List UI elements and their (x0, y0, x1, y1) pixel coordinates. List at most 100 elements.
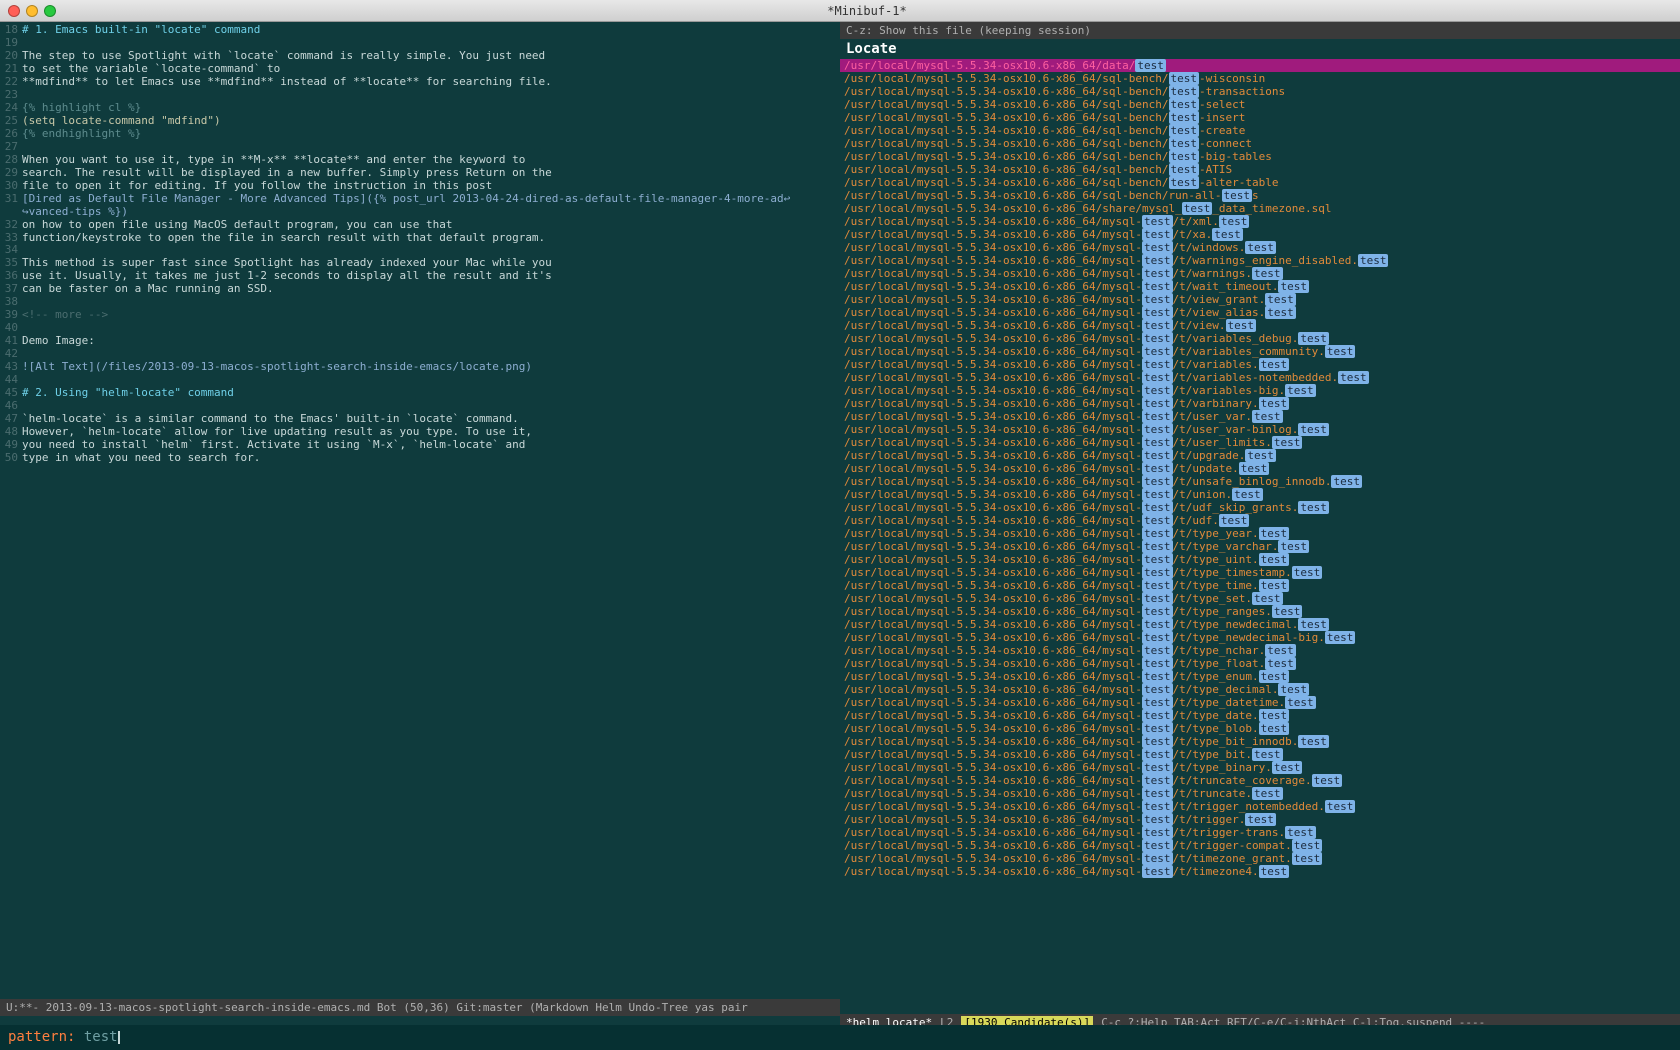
helm-result-row[interactable]: /usr/local/mysql-5.5.34-osx10.6-x86_64/s… (840, 150, 1680, 163)
editor-line[interactable]: 41Demo Image: (0, 335, 840, 348)
helm-result-row[interactable]: /usr/local/mysql-5.5.34-osx10.6-x86_64/m… (840, 735, 1680, 748)
helm-result-row[interactable]: /usr/local/mysql-5.5.34-osx10.6-x86_64/m… (840, 293, 1680, 306)
helm-result-row[interactable]: /usr/local/mysql-5.5.34-osx10.6-x86_64/m… (840, 358, 1680, 371)
helm-result-row[interactable]: /usr/local/mysql-5.5.34-osx10.6-x86_64/m… (840, 579, 1680, 592)
line-text: {% highlight cl %} (22, 101, 141, 114)
line-indicator: L2 (940, 1016, 953, 1025)
zoom-icon[interactable] (44, 5, 56, 17)
result-path: /t/user_var. (1173, 410, 1252, 423)
helm-result-row[interactable]: /usr/local/mysql-5.5.34-osx10.6-x86_64/m… (840, 605, 1680, 618)
helm-result-row[interactable]: /usr/local/mysql-5.5.34-osx10.6-x86_64/m… (840, 826, 1680, 839)
helm-result-row[interactable]: /usr/local/mysql-5.5.34-osx10.6-x86_64/m… (840, 865, 1680, 878)
helm-result-row[interactable]: /usr/local/mysql-5.5.34-osx10.6-x86_64/m… (840, 436, 1680, 449)
helm-result-row[interactable]: /usr/local/mysql-5.5.34-osx10.6-x86_64/m… (840, 527, 1680, 540)
helm-result-row[interactable]: /usr/local/mysql-5.5.34-osx10.6-x86_64/s… (840, 111, 1680, 124)
helm-result-row[interactable]: /usr/local/mysql-5.5.34-osx10.6-x86_64/m… (840, 696, 1680, 709)
editor-line[interactable]: 39<!-- more --> (0, 309, 840, 322)
editor-line[interactable]: 18# 1. Emacs built-in "locate" command (0, 24, 840, 37)
helm-result-row[interactable]: /usr/local/mysql-5.5.34-osx10.6-x86_64/m… (840, 462, 1680, 475)
helm-result-row[interactable]: /usr/local/mysql-5.5.34-osx10.6-x86_64/m… (840, 670, 1680, 683)
editor-line[interactable]: 40 (0, 322, 840, 335)
result-path: /t/varbinary. (1173, 397, 1259, 410)
helm-result-row[interactable]: /usr/local/mysql-5.5.34-osx10.6-x86_64/m… (840, 566, 1680, 579)
editor-line[interactable]: 38 (0, 296, 840, 309)
helm-result-row[interactable]: /usr/local/mysql-5.5.34-osx10.6-x86_64/m… (840, 644, 1680, 657)
helm-result-row[interactable]: /usr/local/mysql-5.5.34-osx10.6-x86_64/s… (840, 202, 1680, 215)
helm-result-row[interactable]: /usr/local/mysql-5.5.34-osx10.6-x86_64/m… (840, 761, 1680, 774)
helm-result-row[interactable]: /usr/local/mysql-5.5.34-osx10.6-x86_64/m… (840, 332, 1680, 345)
line-text: on how to open file using MacOS default … (22, 218, 452, 231)
helm-result-row[interactable]: /usr/local/mysql-5.5.34-osx10.6-x86_64/m… (840, 683, 1680, 696)
editor-content[interactable]: 18# 1. Emacs built-in "locate" command19… (0, 22, 840, 999)
helm-result-row[interactable]: /usr/local/mysql-5.5.34-osx10.6-x86_64/m… (840, 267, 1680, 280)
helm-result-row[interactable]: /usr/local/mysql-5.5.34-osx10.6-x86_64/s… (840, 137, 1680, 150)
helm-result-row[interactable]: /usr/local/mysql-5.5.34-osx10.6-x86_64/m… (840, 540, 1680, 553)
line-number: 27 (0, 141, 22, 154)
helm-result-row[interactable]: /usr/local/mysql-5.5.34-osx10.6-x86_64/m… (840, 657, 1680, 670)
helm-results[interactable]: /usr/local/mysql-5.5.34-osx10.6-x86_64/d… (840, 59, 1680, 1014)
left-modeline[interactable]: U:**- 2013-09-13-macos-spotlight-search-… (0, 999, 840, 1016)
editor-line[interactable]: 45# 2. Using "helm-locate" command (0, 387, 840, 400)
editor-pane[interactable]: 18# 1. Emacs built-in "locate" command19… (0, 22, 840, 1025)
helm-result-row[interactable]: /usr/local/mysql-5.5.34-osx10.6-x86_64/m… (840, 839, 1680, 852)
match-highlight: test (1252, 592, 1283, 605)
helm-result-row[interactable]: /usr/local/mysql-5.5.34-osx10.6-x86_64/m… (840, 592, 1680, 605)
helm-result-row[interactable]: /usr/local/mysql-5.5.34-osx10.6-x86_64/s… (840, 124, 1680, 137)
helm-result-row[interactable]: /usr/local/mysql-5.5.34-osx10.6-x86_64/m… (840, 228, 1680, 241)
editor-line[interactable]: 33function/keystroke to open the file in… (0, 232, 840, 245)
helm-result-row[interactable]: /usr/local/mysql-5.5.34-osx10.6-x86_64/m… (840, 345, 1680, 358)
helm-result-row[interactable]: /usr/local/mysql-5.5.34-osx10.6-x86_64/s… (840, 72, 1680, 85)
helm-result-row[interactable]: /usr/local/mysql-5.5.34-osx10.6-x86_64/m… (840, 722, 1680, 735)
minibuffer-input[interactable]: test (84, 1029, 118, 1045)
editor-line[interactable]: 37can be faster on a Mac running an SSD. (0, 283, 840, 296)
line-text: However, `helm-locate` allow for live up… (22, 425, 532, 438)
helm-result-row[interactable]: /usr/local/mysql-5.5.34-osx10.6-x86_64/m… (840, 800, 1680, 813)
helm-result-row[interactable]: /usr/local/mysql-5.5.34-osx10.6-x86_64/m… (840, 852, 1680, 865)
helm-result-row[interactable]: /usr/local/mysql-5.5.34-osx10.6-x86_64/m… (840, 241, 1680, 254)
helm-result-row[interactable]: /usr/local/mysql-5.5.34-osx10.6-x86_64/s… (840, 176, 1680, 189)
close-icon[interactable] (8, 5, 20, 17)
helm-result-row[interactable]: /usr/local/mysql-5.5.34-osx10.6-x86_64/m… (840, 410, 1680, 423)
helm-result-row[interactable]: /usr/local/mysql-5.5.34-osx10.6-x86_64/m… (840, 774, 1680, 787)
helm-result-row[interactable]: /usr/local/mysql-5.5.34-osx10.6-x86_64/m… (840, 631, 1680, 644)
helm-result-row[interactable]: /usr/local/mysql-5.5.34-osx10.6-x86_64/s… (840, 189, 1680, 202)
helm-result-row[interactable]: /usr/local/mysql-5.5.34-osx10.6-x86_64/m… (840, 553, 1680, 566)
helm-result-row[interactable]: /usr/local/mysql-5.5.34-osx10.6-x86_64/m… (840, 475, 1680, 488)
helm-result-row[interactable]: /usr/local/mysql-5.5.34-osx10.6-x86_64/m… (840, 787, 1680, 800)
right-modeline[interactable]: *helm locate* L2 [1930 Candidate(s)] C-c… (840, 1014, 1680, 1025)
helm-result-row[interactable]: /usr/local/mysql-5.5.34-osx10.6-x86_64/s… (840, 163, 1680, 176)
result-path: /t/udf_skip_grants. (1173, 501, 1299, 514)
editor-line[interactable]: 22**mdfind** to let Emacs use **mdfind**… (0, 76, 840, 89)
minimize-icon[interactable] (26, 5, 38, 17)
helm-result-row[interactable]: /usr/local/mysql-5.5.34-osx10.6-x86_64/s… (840, 98, 1680, 111)
editor-line[interactable]: 50type in what you need to search for. (0, 452, 840, 465)
minibuffer[interactable]: pattern: test (0, 1025, 1680, 1050)
match-highlight: test (1245, 813, 1276, 826)
editor-line[interactable]: 43![Alt Text](/files/2013-09-13-macos-sp… (0, 361, 840, 374)
helm-selected-row[interactable]: /usr/local/mysql-5.5.34-osx10.6-x86_64/d… (840, 59, 1680, 72)
helm-result-row[interactable]: /usr/local/mysql-5.5.34-osx10.6-x86_64/m… (840, 813, 1680, 826)
line-number: 20 (0, 50, 22, 63)
helm-result-row[interactable]: /usr/local/mysql-5.5.34-osx10.6-x86_64/s… (840, 85, 1680, 98)
match-highlight: test (1142, 540, 1173, 553)
helm-pane[interactable]: C-z: Show this file (keeping session) Lo… (840, 22, 1680, 1025)
helm-result-row[interactable]: /usr/local/mysql-5.5.34-osx10.6-x86_64/m… (840, 254, 1680, 267)
helm-result-row[interactable]: /usr/local/mysql-5.5.34-osx10.6-x86_64/m… (840, 501, 1680, 514)
helm-result-row[interactable]: /usr/local/mysql-5.5.34-osx10.6-x86_64/m… (840, 215, 1680, 228)
helm-result-row[interactable]: /usr/local/mysql-5.5.34-osx10.6-x86_64/m… (840, 618, 1680, 631)
helm-result-row[interactable]: /usr/local/mysql-5.5.34-osx10.6-x86_64/m… (840, 371, 1680, 384)
helm-result-row[interactable]: /usr/local/mysql-5.5.34-osx10.6-x86_64/m… (840, 280, 1680, 293)
helm-result-row[interactable]: /usr/local/mysql-5.5.34-osx10.6-x86_64/m… (840, 423, 1680, 436)
helm-result-row[interactable]: /usr/local/mysql-5.5.34-osx10.6-x86_64/m… (840, 384, 1680, 397)
helm-result-row[interactable]: /usr/local/mysql-5.5.34-osx10.6-x86_64/m… (840, 748, 1680, 761)
helm-result-row[interactable]: /usr/local/mysql-5.5.34-osx10.6-x86_64/m… (840, 449, 1680, 462)
editor-line[interactable]: 26{% endhighlight %} (0, 128, 840, 141)
helm-result-row[interactable]: /usr/local/mysql-5.5.34-osx10.6-x86_64/m… (840, 397, 1680, 410)
helm-result-row[interactable]: /usr/local/mysql-5.5.34-osx10.6-x86_64/m… (840, 306, 1680, 319)
result-path: /usr/local/mysql-5.5.34-osx10.6-x86_64/s… (844, 202, 1182, 215)
helm-result-row[interactable]: /usr/local/mysql-5.5.34-osx10.6-x86_64/m… (840, 514, 1680, 527)
main-split: 18# 1. Emacs built-in "locate" command19… (0, 22, 1680, 1025)
helm-result-row[interactable]: /usr/local/mysql-5.5.34-osx10.6-x86_64/m… (840, 319, 1680, 332)
helm-result-row[interactable]: /usr/local/mysql-5.5.34-osx10.6-x86_64/m… (840, 488, 1680, 501)
helm-result-row[interactable]: /usr/local/mysql-5.5.34-osx10.6-x86_64/m… (840, 709, 1680, 722)
